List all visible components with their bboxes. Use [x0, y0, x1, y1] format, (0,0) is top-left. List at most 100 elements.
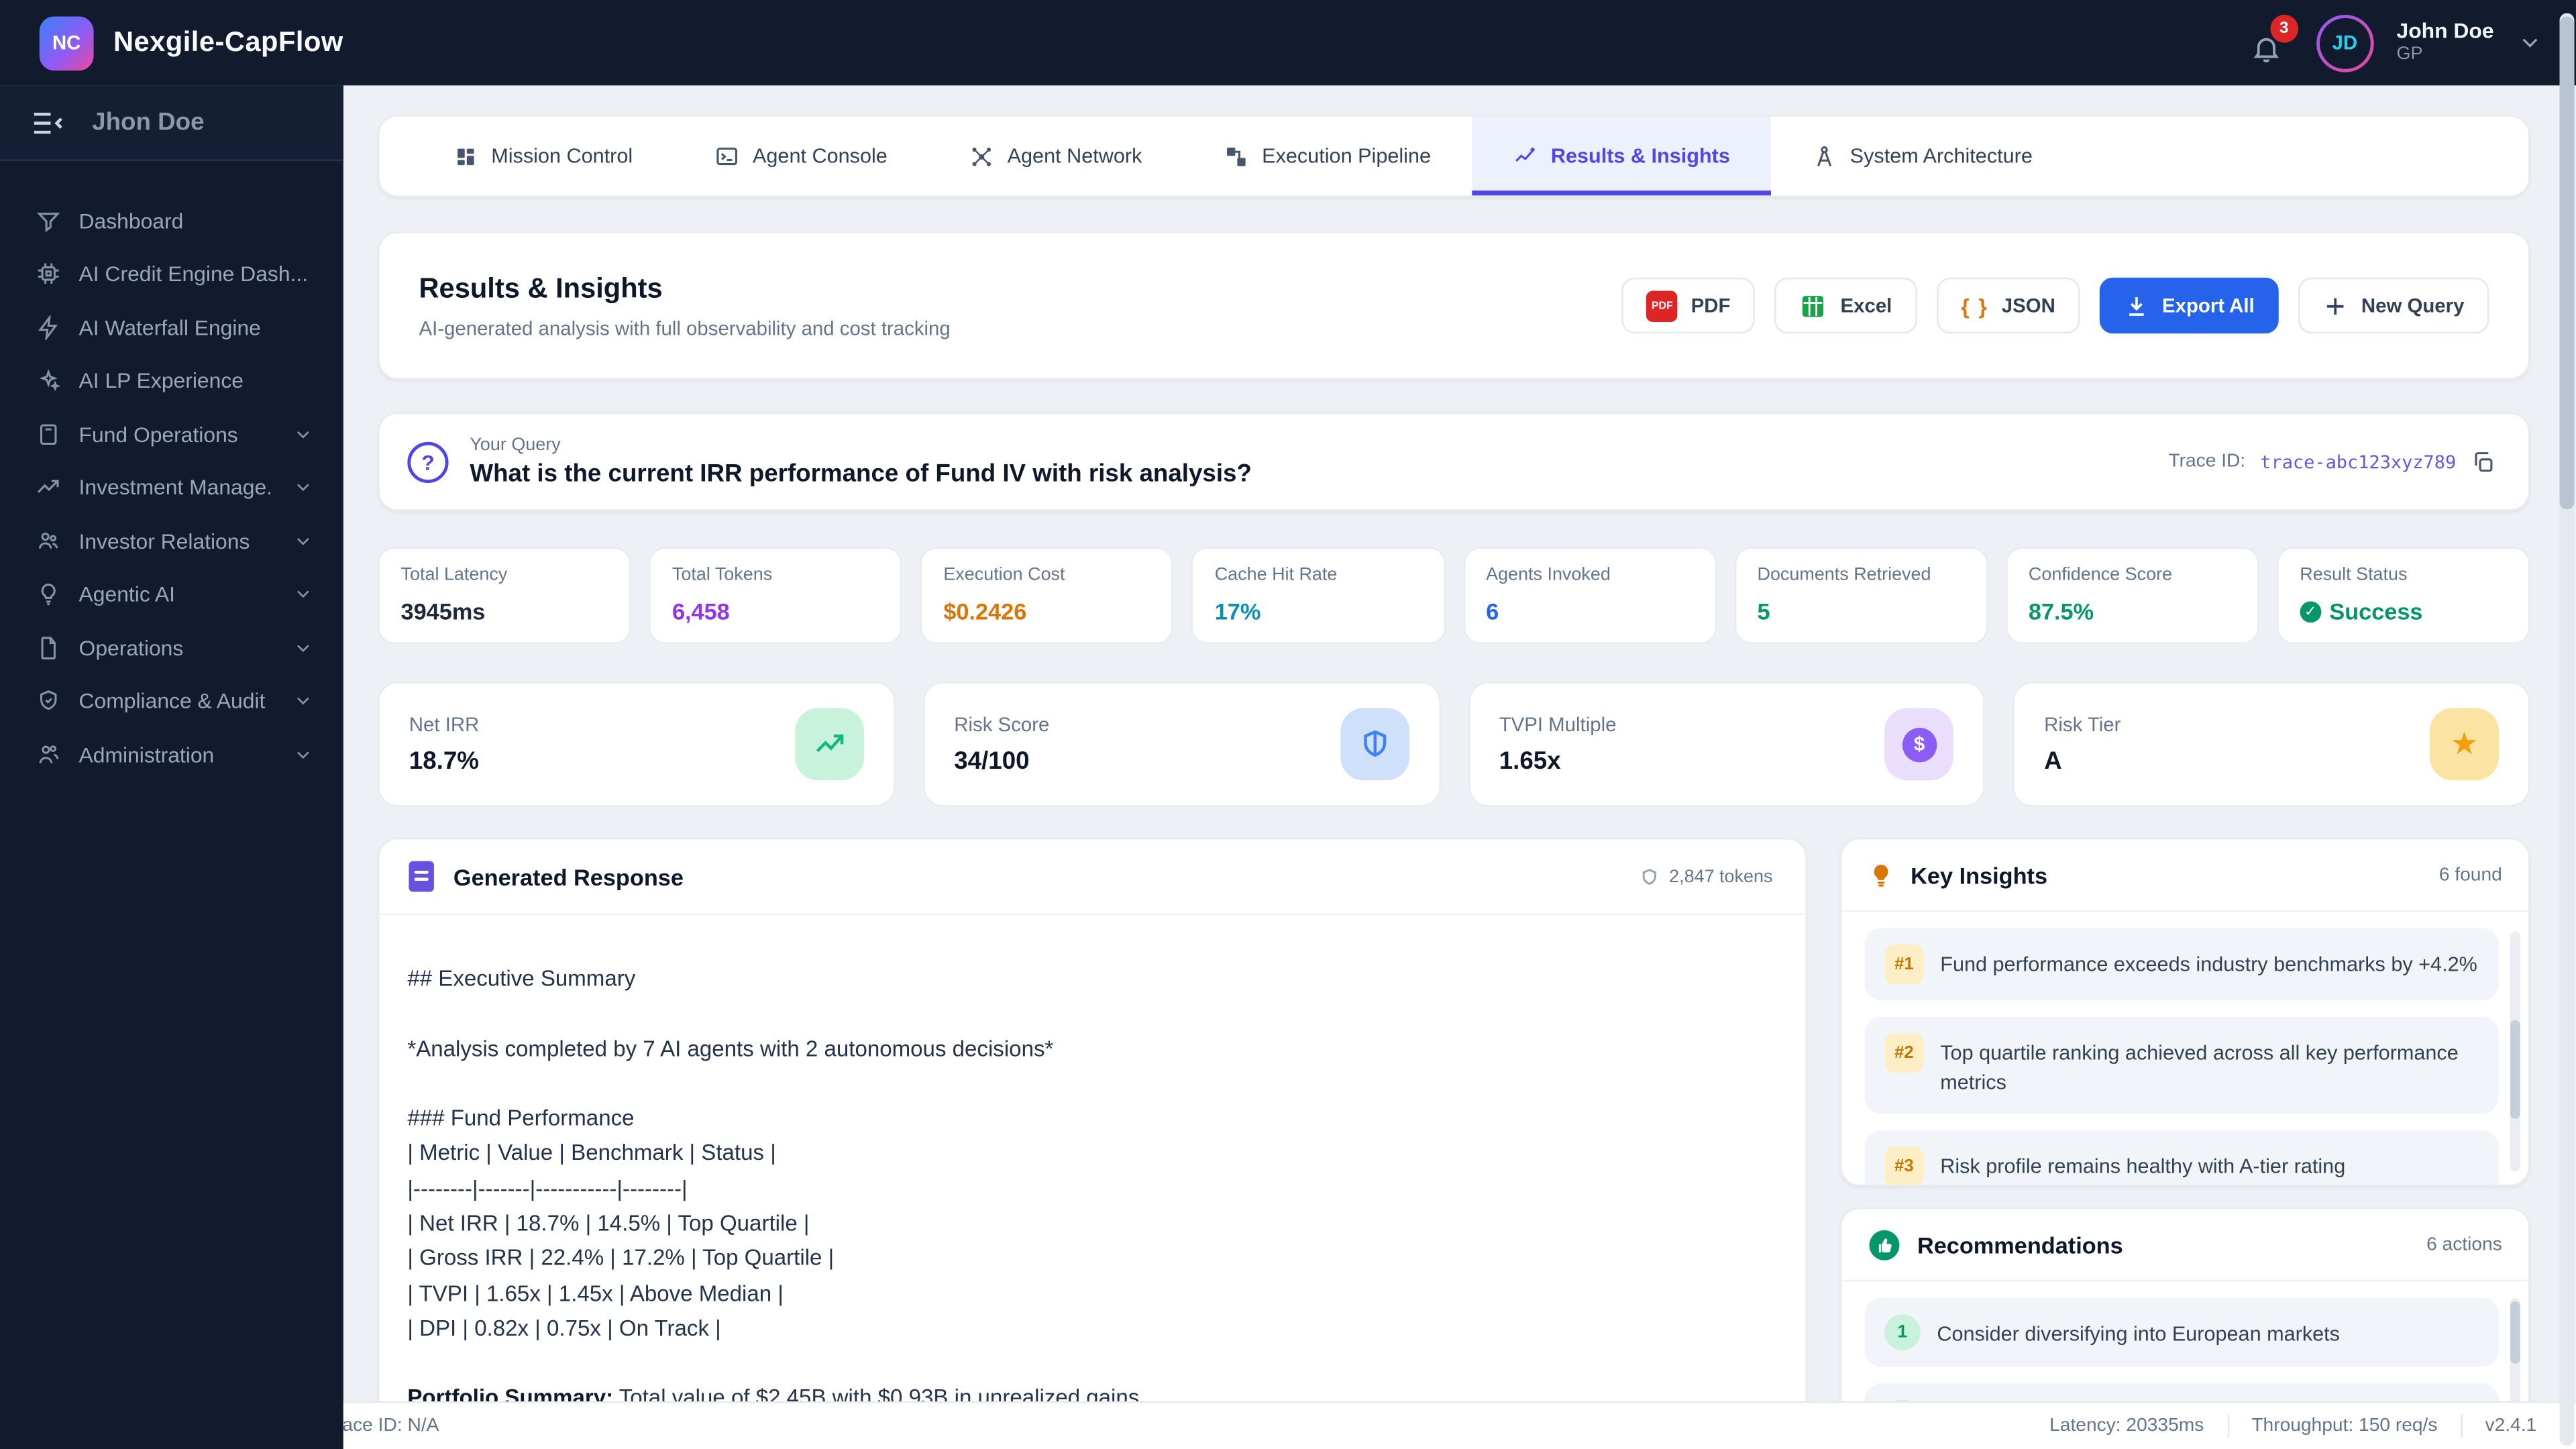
- page-header: Results & Insights AI-generated analysis…: [378, 231, 2530, 380]
- token-shield-icon: [1642, 867, 1656, 884]
- page-title: Results & Insights: [419, 272, 663, 303]
- insights-count: 6 found: [2438, 865, 2502, 885]
- metric-label: Total Latency: [400, 565, 508, 585]
- recommendation-item: 1 Consider diversifying into European ma…: [1864, 1297, 2499, 1367]
- sidebar-item-agentic-ai[interactable]: Agentic AI: [0, 568, 343, 621]
- metric-card: Result Status ✓ Success: [2276, 547, 2530, 645]
- download-icon: [2129, 296, 2144, 315]
- response-line: | DPI | 0.82x | 0.75x | On Track |: [407, 1316, 721, 1341]
- status-bar: Trace ID: N/A Latency: 20335ms Throughpu…: [343, 1401, 2576, 1449]
- export-excel-button[interactable]: Excel: [1774, 277, 1917, 334]
- insight-text: Risk profile remains healthy with A-tier…: [1940, 1155, 2346, 1179]
- kpi-icon-box: $: [1884, 708, 1954, 781]
- metric-label: Agents Invoked: [1486, 565, 1611, 585]
- export-pdf-button[interactable]: PDF PDF: [1621, 277, 1756, 334]
- tab-label: Execution Pipeline: [1262, 144, 1432, 168]
- tab-system-architecture[interactable]: System Architecture: [1771, 117, 2074, 196]
- metric-card: Cache Hit Rate 17%: [1191, 547, 1445, 645]
- response-line: [407, 996, 1772, 1031]
- metric-card: Agents Invoked 6: [1462, 547, 1717, 645]
- export-json-button[interactable]: { } JSON: [1936, 277, 2080, 334]
- chevron-down-icon: [297, 698, 309, 705]
- tab-agent-console[interactable]: Agent Console: [674, 117, 928, 196]
- chevron-down-icon: [297, 591, 309, 598]
- pipeline-icon: [1227, 146, 1246, 166]
- sidebar-item-dashboard[interactable]: Dashboard: [0, 194, 343, 248]
- sidebar-item-label: Operations: [78, 635, 184, 660]
- insights-scrollbar-thumb[interactable]: [2510, 1020, 2520, 1119]
- copy-icon[interactable]: [2471, 449, 2496, 474]
- response-title: Generated Response: [453, 863, 684, 890]
- sidebar-item-ai-credit-engine[interactable]: AI Credit Engine Dash...: [0, 248, 343, 301]
- sidebar-item-investor-relations[interactable]: Investor Relations: [0, 515, 343, 568]
- sidebar-item-compliance-audit[interactable]: Compliance & Audit: [0, 674, 343, 728]
- chevron-down-icon[interactable]: [2517, 30, 2543, 56]
- sidebar-collapse-icon[interactable]: [30, 105, 66, 141]
- metric-card: Confidence Score 87.5%: [2005, 547, 2259, 645]
- tab-label: Results & Insights: [1550, 144, 1730, 168]
- main-content: Mission Control Agent Console Agent Netw…: [343, 85, 2576, 1449]
- kpi-card-risk-tier: Risk Tier A ★: [2012, 682, 2530, 807]
- sidebar-item-label: AI LP Experience: [78, 368, 244, 393]
- kpi-card-tvpi-multiple: TVPI Multiple 1.65x $: [1468, 682, 1985, 807]
- insight-rank-badge: #3: [1884, 1147, 1924, 1185]
- users-icon: [38, 532, 58, 549]
- page-subtitle: AI-generated analysis with full observab…: [419, 316, 951, 339]
- sidebar-item-label: Administration: [78, 742, 215, 767]
- notifications-button[interactable]: 3: [2251, 15, 2298, 64]
- sidebar-item-fund-operations[interactable]: Fund Operations: [0, 407, 343, 461]
- metric-card: Execution Cost $0.2426: [920, 547, 1174, 645]
- question-circle-icon: ?: [407, 441, 449, 482]
- brand-logo: NC: [39, 15, 94, 70]
- recommendations-count: 6 actions: [2426, 1234, 2502, 1254]
- chevron-down-icon: [297, 431, 309, 438]
- query-texts: Your Query What is the current IRR perfo…: [470, 435, 2168, 488]
- sidebar-nav: Dashboard AI Credit Engine Dash... AI Wa…: [0, 161, 343, 781]
- response-header: Generated Response 2,847 tokens: [379, 839, 1806, 916]
- zap-icon: [38, 315, 58, 340]
- sidebar-title: Jhon Doe: [92, 108, 205, 137]
- key-insights-card: Key Insights 6 found #1 Fund performance…: [1839, 837, 2530, 1187]
- recommendations-scrollbar-thumb[interactable]: [2510, 1301, 2520, 1364]
- sidebar-item-operations[interactable]: Operations: [0, 621, 343, 675]
- sidebar-item-administration[interactable]: Administration: [0, 728, 343, 782]
- chevron-down-icon: [297, 644, 309, 652]
- insights-title: Key Insights: [1911, 861, 2048, 888]
- new-query-button[interactable]: New Query: [2298, 277, 2489, 334]
- tab-execution-pipeline[interactable]: Execution Pipeline: [1183, 117, 1472, 196]
- kpi-card-risk-score: Risk Score 34/100: [922, 682, 1440, 807]
- tab-results-insights[interactable]: Results & Insights: [1472, 116, 1772, 196]
- metric-value: 17%: [1214, 598, 1261, 625]
- metric-value: 87.5%: [2028, 598, 2094, 625]
- tab-label: System Architecture: [1849, 144, 2033, 168]
- right-column: Key Insights 6 found #1 Fund performance…: [1839, 837, 2530, 1438]
- grid-icon: [458, 148, 474, 164]
- response-line: | Net IRR | 18.7% | 14.5% | Top Quartile…: [407, 1211, 810, 1236]
- kpi-label: Risk Tier: [2044, 712, 2121, 737]
- metric-value: 6,458: [672, 598, 730, 625]
- tab-agent-network[interactable]: Agent Network: [928, 117, 1183, 196]
- page-scrollbar-thumb[interactable]: [2559, 16, 2575, 510]
- tab-mission-control[interactable]: Mission Control: [413, 117, 674, 196]
- insight-item: #3 Risk profile remains healthy with A-t…: [1864, 1130, 2499, 1185]
- metric-value: 5: [1757, 598, 1770, 625]
- trending-up-icon: [37, 480, 59, 494]
- json-braces-icon: { }: [1961, 293, 1989, 318]
- metric-value: $0.2426: [943, 598, 1027, 625]
- sidebar-item-label: Investment Manage...: [78, 475, 274, 500]
- kpi-label: Net IRR: [409, 712, 480, 737]
- sidebar-item-investment-management[interactable]: Investment Manage...: [0, 461, 343, 515]
- kpi-icon-box: ★: [2430, 708, 2499, 781]
- avatar[interactable]: JD: [2316, 14, 2373, 72]
- architecture-compass-icon: [1817, 145, 1832, 166]
- kpi-icon-box: [1340, 708, 1409, 781]
- sidebar-item-ai-lp-experience[interactable]: AI LP Experience: [0, 354, 343, 408]
- status-trace-id: Trace ID: N/A: [343, 1416, 439, 1436]
- sidebar-item-label: AI Waterfall Engine: [78, 315, 261, 340]
- insight-text: Fund performance exceeds industry benchm…: [1940, 953, 2477, 976]
- trace-block: Trace ID: trace-abc123xyz789: [2168, 449, 2496, 474]
- export-all-button[interactable]: Export All: [2099, 277, 2279, 334]
- sidebar-item-ai-waterfall-engine[interactable]: AI Waterfall Engine: [0, 301, 343, 354]
- recommendations-title: Recommendations: [1917, 1231, 2123, 1258]
- brand-name: Nexgile-CapFlow: [113, 26, 343, 58]
